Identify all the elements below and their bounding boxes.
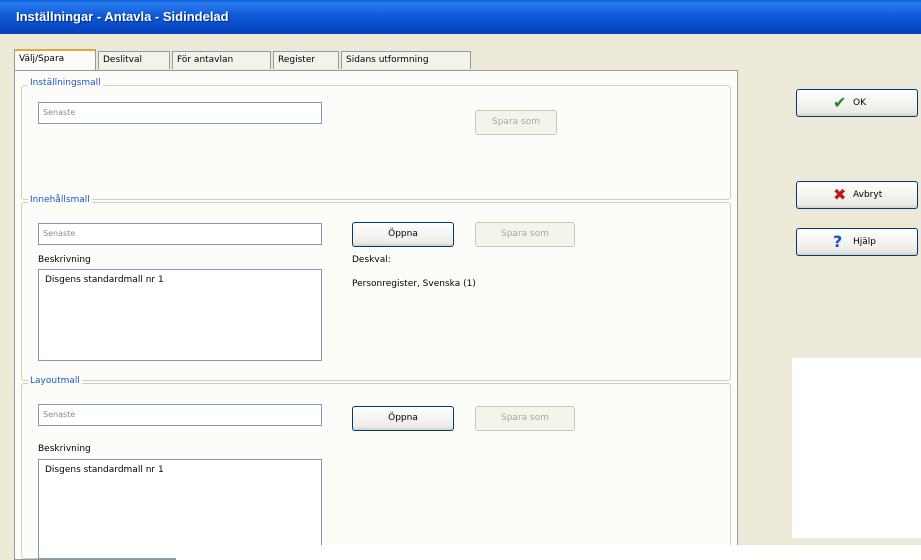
help-label: Hjälp <box>853 237 876 247</box>
ok-button[interactable]: ✔ OK <box>796 89 918 117</box>
tab-panel: Inställningsmall Senaste Spara som Inneh… <box>14 70 738 560</box>
tab-register[interactable]: Register <box>273 51 339 69</box>
tab-for-antavlan[interactable]: För antavlan <box>172 51 271 69</box>
layoutmall-open-button[interactable]: Öppna <box>352 406 454 431</box>
question-mark-icon: ? <box>833 232 843 251</box>
layoutmall-group: Layoutmall Senaste Öppna Spara som Beskr… <box>21 376 731 559</box>
layoutmall-description-textarea[interactable]: Disgens standardmall nr 1 <box>38 459 322 559</box>
tab-sidans-utformning[interactable]: Sidans utformning <box>341 51 471 69</box>
installningsmall-group: Inställningsmall Senaste Spara som <box>21 78 731 200</box>
layoutmall-legend: Layoutmall <box>28 376 82 386</box>
installningsmall-save-as-button[interactable]: Spara som <box>475 110 557 135</box>
help-button[interactable]: ? Hjälp <box>796 228 918 256</box>
innehallsmall-description-textarea[interactable]: Disgens standardmall nr 1 <box>38 269 322 361</box>
installningsmall-legend: Inställningsmall <box>28 78 103 88</box>
cancel-label: Avbryt <box>853 190 883 200</box>
title-bar: Inställningar - Antavla - Sidindelad <box>0 0 921 34</box>
layoutmall-save-as-button[interactable]: Spara som <box>475 406 575 431</box>
installningsmall-field[interactable]: Senaste <box>38 102 322 124</box>
innehallsmall-open-button[interactable]: Öppna <box>352 222 454 247</box>
bottom-blank-area <box>176 545 921 560</box>
checkmark-icon: ✔ <box>833 93 847 112</box>
innehallsmall-selection-label: Deskval: <box>352 255 391 265</box>
blank-preview-area <box>792 358 921 538</box>
tab-deslitval[interactable]: Deslitval <box>98 51 170 69</box>
innehallsmall-selection-value: Personregister, Svenska (1) <box>352 279 476 289</box>
innehallsmall-field[interactable]: Senaste <box>38 223 322 245</box>
close-x-icon: ✖ <box>833 185 847 204</box>
tab-valj-spara[interactable]: Välj/Spara <box>14 49 96 70</box>
layoutmall-description-label: Beskrivning <box>38 444 91 454</box>
innehallsmall-group: Innehållsmall Senaste Öppna Spara som Be… <box>21 195 731 381</box>
ok-label: OK <box>853 98 866 108</box>
innehallsmall-description-label: Beskrivning <box>38 255 91 265</box>
window-title: Inställningar - Antavla - Sidindelad <box>16 9 229 24</box>
layoutmall-field[interactable]: Senaste <box>38 404 322 426</box>
innehallsmall-save-as-button[interactable]: Spara som <box>475 222 575 247</box>
innehallsmall-legend: Innehållsmall <box>28 195 92 205</box>
cancel-button[interactable]: ✖ Avbryt <box>796 181 918 209</box>
